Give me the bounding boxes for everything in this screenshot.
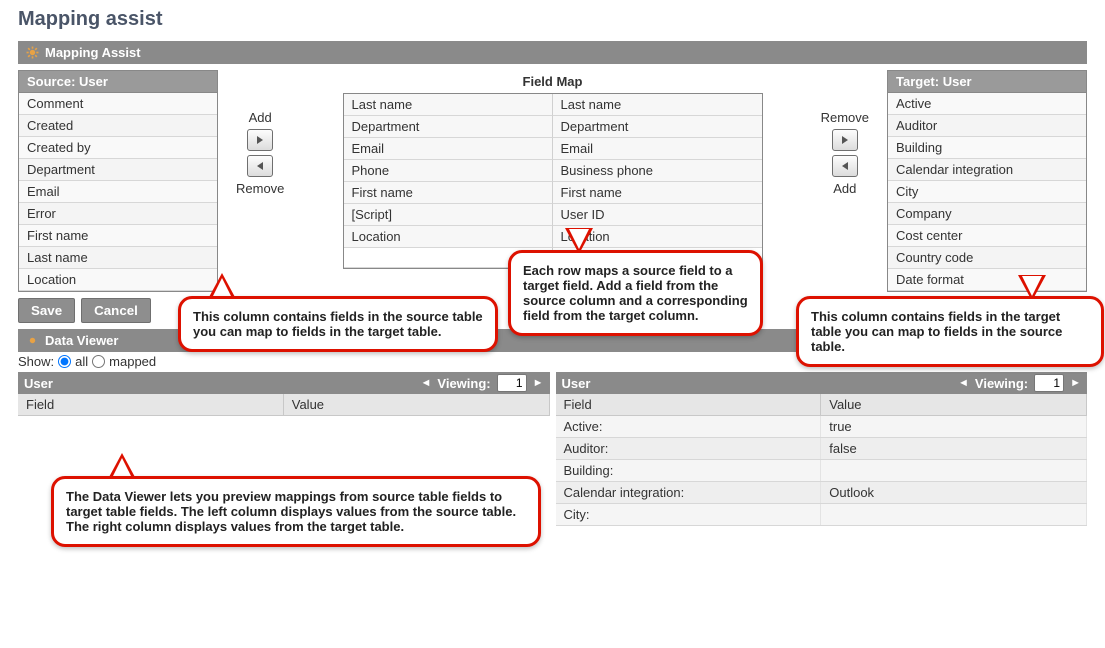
callout-viewer: The Data Viewer lets you preview mapping… [51,476,541,547]
page-title: Mapping assist [18,8,1087,31]
show-all-label: all [75,354,88,369]
table-row: Active:true [556,416,1088,438]
cell-field: Auditor: [556,438,822,459]
source-column: Source: User CommentCreatedCreated byDep… [18,70,218,292]
target-column: Target: User ActiveAuditorBuildingCalend… [887,70,1087,292]
mapping-assist-bar: Mapping Assist [18,41,1087,64]
list-item[interactable]: Last name [19,247,217,269]
list-item[interactable]: First name [19,225,217,247]
list-item[interactable]: Comment [19,93,217,115]
list-item[interactable]: Auditor [888,115,1086,137]
list-item[interactable]: Last name [553,94,762,116]
show-mapped-radio[interactable] [92,355,105,368]
remove-from-map-button[interactable] [247,155,273,177]
viewer-right-title: User [562,376,591,391]
list-item[interactable]: Email [344,138,553,160]
viewing-label: Viewing: [437,376,490,391]
list-item[interactable]: Email [19,181,217,203]
list-item[interactable]: Error [19,203,217,225]
list-item[interactable]: First name [553,182,762,204]
source-field-list[interactable]: CommentCreatedCreated byDepartmentEmailE… [18,93,218,292]
remove-target-button[interactable] [832,129,858,151]
show-label: Show: [18,354,54,369]
cell-field: City: [556,504,822,525]
remove-label: Remove [236,181,284,196]
list-item[interactable]: Building [888,137,1086,159]
cell-value [821,460,1087,481]
cell-field: Active: [556,416,822,437]
list-item[interactable]: Department [19,159,217,181]
source-header: Source: User [18,70,218,93]
list-item[interactable]: Department [344,116,553,138]
show-all-radio[interactable] [58,355,71,368]
gear-icon[interactable] [26,334,39,347]
viewer-right: User ◄ Viewing: ► Field Value Active:tru… [556,372,1088,526]
list-item[interactable]: Location [19,269,217,291]
list-item[interactable]: Cost center [888,225,1086,247]
save-button[interactable]: Save [18,298,75,323]
cell-value: true [821,416,1087,437]
list-item[interactable]: Created by [19,137,217,159]
callout-center: Each row maps a source field to a target… [508,250,763,336]
cell-field: Calendar integration: [556,482,822,503]
fieldmap-title: Field Map [519,70,587,93]
fieldmap-column: Field Map Last nameDepartmentEmailPhoneF… [302,70,802,269]
show-mapped-label: mapped [109,354,156,369]
add-label: Add [249,110,272,125]
add-to-map-button[interactable] [247,129,273,151]
cell-value [821,504,1087,525]
add-target-button[interactable] [832,155,858,177]
callout-target: This column contains fields in the targe… [796,296,1104,367]
list-item[interactable]: Phone [344,160,553,182]
cell-field: Building: [556,460,822,481]
table-row: City: [556,504,1088,526]
panel-title: Mapping Assist [45,45,141,60]
table-row: Building: [556,460,1088,482]
list-item[interactable]: User ID [553,204,762,226]
target-header: Target: User [887,70,1087,93]
remove-label-right: Remove [821,110,869,125]
list-item[interactable]: Business phone [553,160,762,182]
list-item[interactable]: Calendar integration [888,159,1086,181]
viewer-right-rows: Active:trueAuditor:falseBuilding:Calenda… [556,416,1088,526]
viewer-left-title: User [24,376,53,391]
page-input-right[interactable] [1034,374,1064,392]
list-item[interactable]: City [888,181,1086,203]
cell-value: false [821,438,1087,459]
prev-page-icon[interactable]: ◄ [421,377,432,389]
viewing-label: Viewing: [975,376,1028,391]
list-item[interactable]: Active [888,93,1086,115]
next-page-icon[interactable]: ► [1070,377,1081,389]
prev-page-icon[interactable]: ◄ [958,377,969,389]
list-item[interactable]: Last name [344,94,553,116]
list-item[interactable]: First name [344,182,553,204]
gear-icon[interactable] [26,46,39,59]
col-value: Value [284,394,550,415]
list-item[interactable]: Country code [888,247,1086,269]
cancel-button[interactable]: Cancel [81,298,151,323]
list-item[interactable]: [Script] [344,204,553,226]
fieldmap-box[interactable]: Last nameDepartmentEmailPhoneFirst name[… [343,93,763,269]
cell-value: Outlook [821,482,1087,503]
list-item[interactable]: Email [553,138,762,160]
page-input-left[interactable] [497,374,527,392]
add-label-right: Add [833,181,856,196]
table-row: Calendar integration:Outlook [556,482,1088,504]
list-item[interactable]: Created [19,115,217,137]
table-row: Auditor:false [556,438,1088,460]
list-item[interactable]: Date format [888,269,1086,291]
list-item[interactable]: Department [553,116,762,138]
fieldmap-left: Last nameDepartmentEmailPhoneFirst name[… [344,94,553,268]
col-field: Field [18,394,284,415]
left-buttons: Add Remove [222,110,298,196]
right-buttons: Remove Add [807,110,883,196]
data-viewer-title: Data Viewer [45,333,118,348]
callout-source: This column contains fields in the sourc… [178,296,498,352]
target-field-list[interactable]: ActiveAuditorBuildingCalendar integratio… [887,93,1087,292]
list-item[interactable]: Location [344,226,553,248]
list-item[interactable]: Company [888,203,1086,225]
col-value: Value [821,394,1087,415]
col-field: Field [556,394,822,415]
next-page-icon[interactable]: ► [533,377,544,389]
